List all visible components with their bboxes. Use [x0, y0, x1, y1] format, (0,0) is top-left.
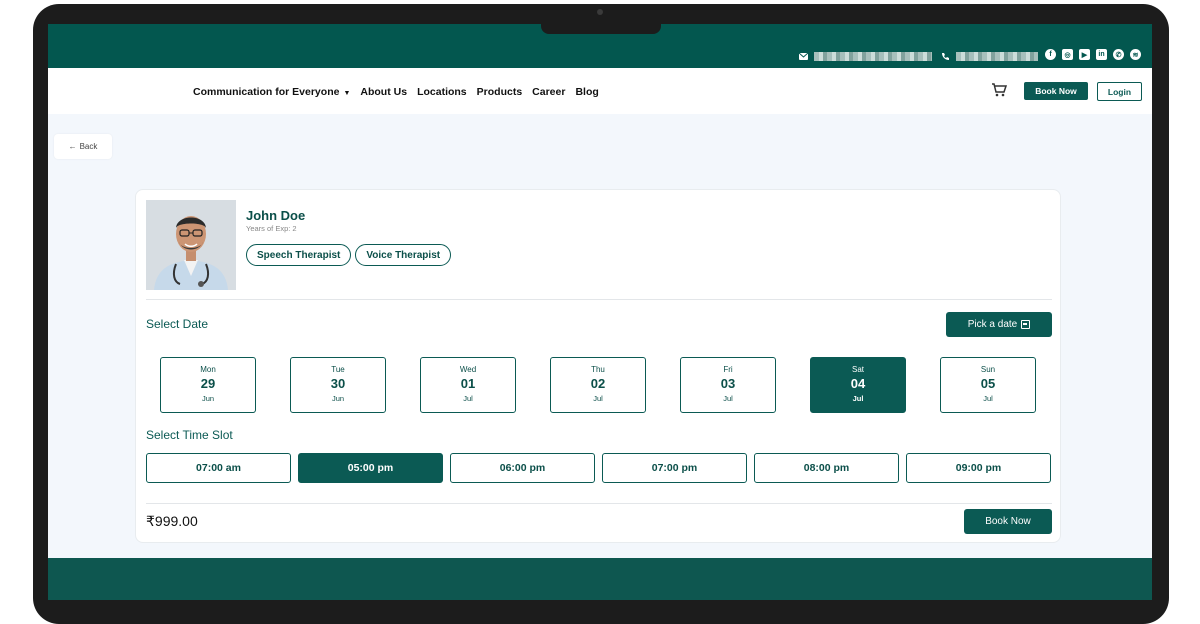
arrow-left-icon: ← — [68, 142, 77, 151]
divider — [146, 503, 1052, 504]
date-number: 30 — [330, 376, 346, 391]
nav-item-blog[interactable]: Blog — [575, 86, 598, 98]
date-day: Tue — [331, 365, 345, 374]
tag-speech-therapist: Speech Therapist — [246, 244, 352, 266]
time-slot-0800pm[interactable]: 08:00 pm — [754, 453, 899, 483]
date-option-sun[interactable]: Sun 05 Jul — [940, 357, 1036, 413]
date-number: 03 — [720, 376, 736, 391]
price: ₹999.00 — [146, 513, 198, 529]
book-now-button[interactable]: Book Now — [964, 509, 1052, 534]
pick-date-label: Pick a date — [967, 319, 1018, 330]
date-month: Jul — [723, 394, 733, 403]
phone-contact[interactable] — [941, 50, 1038, 62]
date-option-fri[interactable]: Fri 03 Jul — [680, 357, 776, 413]
facebook-icon[interactable]: f — [1045, 49, 1056, 60]
date-number: 02 — [590, 376, 606, 391]
date-option-sat[interactable]: Sat 04 Jul — [810, 357, 906, 413]
login-button[interactable]: Login — [1097, 82, 1142, 101]
email-contact[interactable] — [799, 50, 932, 62]
time-slot-0600pm[interactable]: 06:00 pm — [450, 453, 595, 483]
date-option-tue[interactable]: Tue 30 Jun — [290, 357, 386, 413]
therapist-name: John Doe — [246, 208, 306, 223]
nav-item-products[interactable]: Products — [477, 86, 523, 98]
date-option-thu[interactable]: Thu 02 Jul — [550, 357, 646, 413]
nav-item-locations[interactable]: Locations — [417, 86, 467, 98]
divider — [146, 299, 1052, 300]
time-slot-0700am[interactable]: 07:00 am — [146, 453, 291, 483]
time-slot-0500pm[interactable]: 05:00 pm — [298, 453, 443, 483]
date-month: Jun — [331, 394, 345, 403]
spotify-icon[interactable]: ≋ — [1130, 49, 1141, 60]
nav-item-career[interactable]: Career — [532, 86, 565, 98]
mail-icon — [799, 52, 808, 60]
screen-notch — [541, 24, 661, 34]
phone-redacted — [956, 51, 1038, 61]
date-month: Jul — [463, 394, 473, 403]
back-button[interactable]: ← Back — [54, 134, 112, 159]
main-nav: Communication for Everyone ▼ About Us Loc… — [48, 68, 1152, 114]
select-date-title: Select Date — [146, 317, 209, 331]
time-slot-0900pm[interactable]: 09:00 pm — [906, 453, 1051, 483]
date-day: Mon — [200, 365, 216, 374]
date-day: Wed — [459, 365, 477, 374]
date-month: Jul — [593, 394, 603, 403]
booking-card: John Doe Years of Exp: 2 Speech Therapis… — [135, 189, 1061, 543]
therapist-experience: Years of Exp: 2 — [246, 224, 297, 233]
date-day: Sun — [980, 365, 996, 374]
date-number: 04 — [850, 376, 866, 391]
camera — [597, 9, 603, 15]
therapist-photo — [146, 200, 236, 290]
nav-item-label: Communication for Everyone — [193, 86, 340, 98]
nav-item-communication[interactable]: Communication for Everyone ▼ — [193, 86, 350, 98]
caret-down-icon: ▼ — [343, 90, 351, 97]
date-list: Mon 29 Jun Tue 30 Jun Wed 01 Jul Thu 02 … — [160, 357, 1036, 413]
email-redacted — [814, 51, 932, 61]
calendar-icon — [1021, 320, 1031, 329]
date-number: 01 — [460, 376, 476, 391]
date-month: Jun — [201, 394, 215, 403]
youtube-icon[interactable]: ▶ — [1079, 49, 1090, 60]
screen: f ◎ ▶ in ✆ ≋ Communication for Everyone ▼… — [48, 24, 1152, 600]
nav-book-now-button[interactable]: Book Now — [1024, 82, 1088, 100]
date-number: 29 — [200, 376, 216, 391]
back-label: Back — [79, 142, 98, 151]
cart-icon[interactable] — [991, 82, 1007, 98]
date-month: Jul — [983, 394, 993, 403]
date-option-wed[interactable]: Wed 01 Jul — [420, 357, 516, 413]
date-option-mon[interactable]: Mon 29 Jun — [160, 357, 256, 413]
phone-icon — [942, 52, 949, 60]
social-links: f ◎ ▶ in ✆ ≋ — [1045, 49, 1141, 60]
select-time-title: Select Time Slot — [146, 428, 233, 442]
instagram-icon[interactable]: ◎ — [1062, 49, 1073, 60]
footer-band — [48, 558, 1152, 600]
whatsapp-icon[interactable]: ✆ — [1113, 49, 1124, 60]
nav-links: Communication for Everyone ▼ About Us Loc… — [193, 86, 599, 98]
date-month: Jul — [852, 394, 864, 403]
linkedin-icon[interactable]: in — [1096, 49, 1107, 60]
time-slot-list: 07:00 am 05:00 pm 06:00 pm 07:00 pm 08:0… — [146, 453, 1052, 483]
date-day: Thu — [591, 365, 605, 374]
date-day: Sat — [851, 365, 864, 374]
pick-date-button[interactable]: Pick a date — [946, 312, 1052, 337]
date-day: Fri — [723, 365, 733, 374]
date-number: 05 — [980, 376, 996, 391]
time-slot-0700pm[interactable]: 07:00 pm — [602, 453, 747, 483]
tag-voice-therapist: Voice Therapist — [355, 244, 452, 266]
nav-item-about[interactable]: About Us — [360, 86, 407, 98]
therapist-tags: Speech Therapist Voice Therapist — [246, 244, 452, 266]
